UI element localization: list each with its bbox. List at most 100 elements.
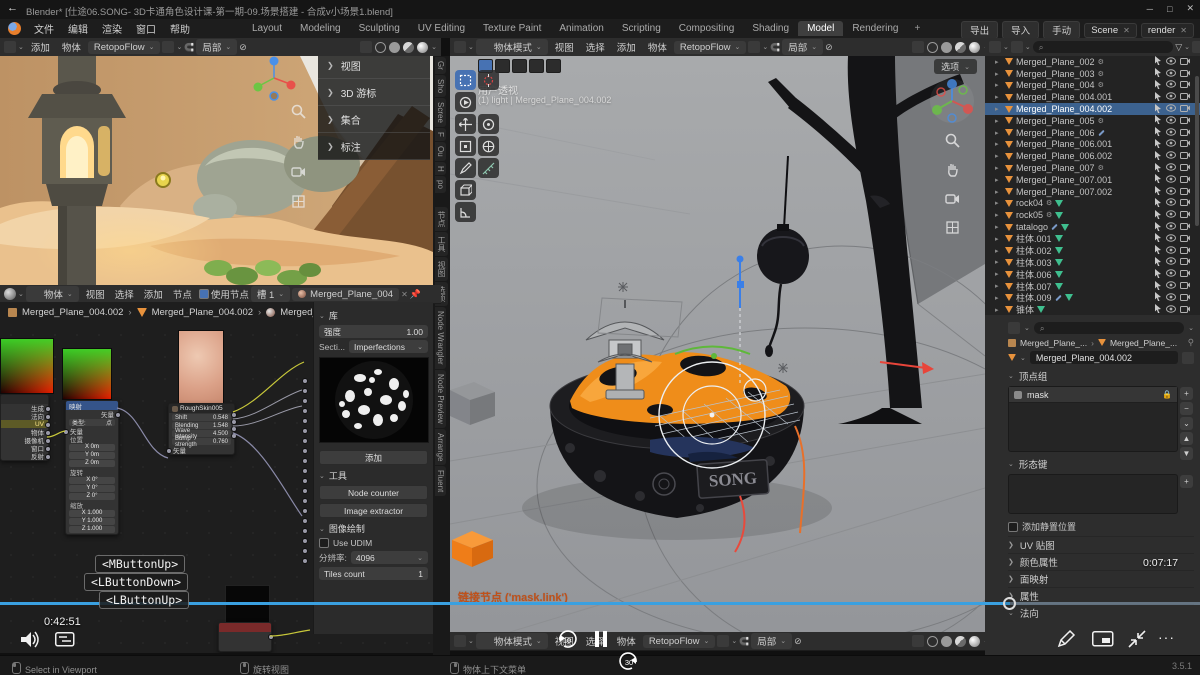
imperfection-sphere-preview[interactable] (319, 357, 429, 443)
edge-tab-节点[interactable]: 节点 (435, 207, 448, 231)
shader-type-dropdown[interactable]: 物体⌄ (26, 286, 79, 302)
hide-render-icon[interactable] (1180, 234, 1190, 244)
roughskin-slider-Bump-strength[interactable]: Bump strength0.760 (172, 438, 231, 445)
fake-user-icon[interactable] (1182, 352, 1194, 364)
header-menu-视图[interactable]: 视图 (550, 39, 579, 55)
menu-渲染[interactable]: 渲染 (95, 19, 129, 38)
bsdf-socket[interactable] (302, 398, 308, 404)
hide-render-icon[interactable] (1180, 175, 1190, 185)
hide-render-icon[interactable] (1180, 139, 1190, 149)
properties-editor-type-icon[interactable] (1008, 322, 1020, 334)
texcoord-output-法向[interactable]: 法向 (1, 412, 48, 420)
hide-viewport-icon[interactable] (1166, 293, 1176, 303)
shading-rendered-icon[interactable] (969, 42, 980, 53)
shading-material-icon[interactable] (955, 42, 966, 53)
hide-viewport-icon[interactable] (1166, 139, 1176, 149)
expand-icon[interactable]: ▸ (995, 294, 1002, 302)
outliner-row-柱体.009[interactable]: ▸柱体.009 (985, 292, 1200, 304)
hide-render-icon[interactable] (1180, 163, 1190, 173)
vertex-groups-panel-header[interactable]: ⌄顶点组 (1008, 369, 1194, 383)
mode-dropdown[interactable]: 物体模式⌄ (476, 633, 548, 649)
expand-icon[interactable]: ▸ (995, 58, 1002, 66)
hide-render-icon[interactable] (1180, 269, 1190, 279)
editor-type-icon[interactable] (4, 41, 16, 53)
bsdf-socket[interactable] (302, 518, 308, 524)
shading-rendered-icon[interactable] (969, 636, 980, 647)
roughskin-output-socket[interactable] (231, 426, 237, 432)
bsdf-socket[interactable] (302, 438, 308, 444)
outliner-row-Merged_Plane_006.001[interactable]: ▸Merged_Plane_006.001 (985, 139, 1200, 151)
edge-tab-Gr[interactable]: Gr (435, 57, 446, 74)
view-layer-unlink-icon[interactable]: ✕ (1180, 26, 1187, 35)
selectable-toggle-icon[interactable] (1154, 269, 1162, 280)
shading-rendered-icon[interactable] (417, 42, 428, 53)
workspace-tab-shading[interactable]: Shading (743, 21, 798, 36)
outliner-row-柱体.007[interactable]: ▸柱体.007 (985, 280, 1200, 292)
hide-viewport-icon[interactable] (1166, 187, 1176, 197)
props-breadcrumb-object[interactable]: Merged_Plane_... (1020, 338, 1087, 348)
material-slot-dropdown[interactable]: 槽 1⌄ (251, 286, 290, 302)
new-collection-icon[interactable] (1192, 41, 1200, 53)
video-progress-remaining[interactable] (1010, 602, 1200, 605)
note-pencil-icon[interactable] (1056, 629, 1076, 649)
editor-type-icon[interactable] (454, 41, 466, 53)
props-breadcrumb-data[interactable]: Merged_Plane_... (1110, 338, 1177, 348)
hide-render-icon[interactable] (1180, 92, 1190, 102)
select-mode-3[interactable] (529, 59, 544, 73)
hide-render-icon[interactable] (1180, 151, 1190, 161)
hide-render-icon[interactable] (1180, 198, 1190, 208)
hide-viewport-icon[interactable] (1166, 210, 1176, 220)
select-mode-2[interactable] (512, 59, 527, 73)
proportional-edit-icon[interactable]: ⊘ (825, 42, 833, 53)
mode-dropdown[interactable]: 物体模式⌄ (476, 39, 548, 55)
hide-render-icon[interactable] (1180, 281, 1190, 291)
expand-icon[interactable]: ▸ (995, 164, 1002, 172)
hide-viewport-icon[interactable] (1166, 151, 1176, 161)
tool-button-node-counter[interactable]: Node counter (319, 485, 428, 500)
corner-tool[interactable] (455, 202, 476, 222)
retopoflow-tool[interactable] (455, 92, 476, 112)
shading-material-icon[interactable] (955, 636, 966, 647)
outliner-row-柱体.003[interactable]: ▸柱体.003 (985, 257, 1200, 269)
shading-solid-icon[interactable] (941, 636, 952, 647)
selectable-toggle-icon[interactable] (1154, 139, 1162, 150)
rendered-viewport[interactable]: ❯视图❯3D 游标❯集合❯标注 (0, 56, 433, 285)
hide-viewport-icon[interactable] (1166, 104, 1176, 114)
ortho-toggle-icon[interactable] (945, 220, 960, 240)
hide-viewport-icon[interactable] (1166, 281, 1176, 291)
hide-render-icon[interactable] (1180, 80, 1190, 90)
outliner-scrollbar[interactable] (1195, 76, 1199, 226)
sidebar-panel-视图[interactable]: ❯视图 (318, 56, 430, 79)
shading-solid-icon[interactable] (941, 42, 952, 53)
node-menu-选择[interactable]: 选择 (110, 286, 139, 302)
editor-type-icon[interactable] (454, 635, 466, 647)
header-menu-物体[interactable]: 物体 (643, 39, 672, 55)
node-menu-添加[interactable]: 添加 (139, 286, 168, 302)
hide-render-icon[interactable] (1180, 210, 1190, 220)
snap-magnet-icon[interactable]: 🧲 (770, 43, 780, 52)
hide-render-icon[interactable] (1180, 222, 1190, 232)
edge-tab-Node Preview[interactable]: Node Preview (435, 370, 446, 428)
outliner-row-Merged_Plane_003[interactable]: ▸Merged_Plane_003⚙ (985, 68, 1200, 80)
danmaku-icon[interactable] (55, 632, 75, 647)
expand-icon[interactable]: ▸ (995, 211, 1002, 219)
section-面映射[interactable]: ❯面映射 (1008, 570, 1194, 587)
properties-search-input[interactable]: ⌕ (1034, 322, 1184, 334)
hide-render-icon[interactable] (1180, 187, 1190, 197)
mapping-value[interactable]: Z 0° (69, 493, 115, 500)
workspace-tab-model[interactable]: Model (798, 21, 843, 36)
node-menu-节点[interactable]: 节点 (168, 286, 197, 302)
workspace-tab-animation[interactable]: Animation (550, 21, 612, 36)
workspace-tab-rendering[interactable]: Rendering (843, 21, 907, 36)
shape-keys-panel-header[interactable]: ⌄形态键 (1008, 457, 1194, 471)
expand-icon[interactable]: ▸ (995, 176, 1002, 184)
outliner-row-Merged_Plane_007.001[interactable]: ▸Merged_Plane_007.001 (985, 174, 1200, 186)
select-mode-4[interactable] (546, 59, 561, 73)
box-select-tool[interactable] (455, 70, 476, 90)
sidebar-panel-集合[interactable]: ❯集合 (318, 106, 430, 133)
blender-logo-icon[interactable] (8, 22, 21, 35)
hide-render-icon[interactable] (1180, 104, 1190, 114)
texcoord-output-反射[interactable]: 反射 (1, 452, 48, 460)
hide-render-icon[interactable] (1180, 246, 1190, 256)
shading-solid-icon[interactable] (389, 42, 400, 53)
